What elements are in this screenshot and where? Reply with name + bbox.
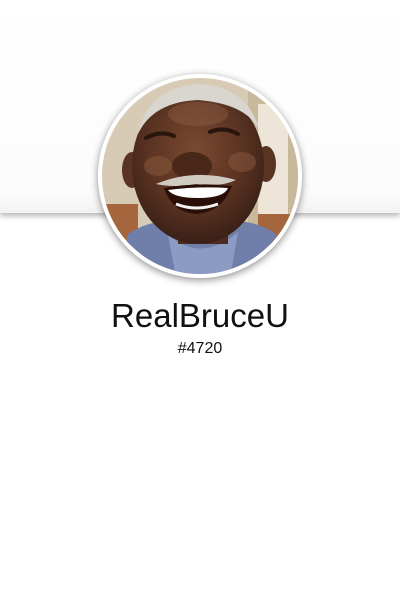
avatar-photo [98, 74, 302, 278]
profile-page: RealBruceU #4720 [0, 0, 400, 600]
profile-avatar[interactable] [98, 74, 302, 278]
profile-username: RealBruceU [111, 297, 289, 334]
profile-tag: #4720 [177, 340, 223, 357]
